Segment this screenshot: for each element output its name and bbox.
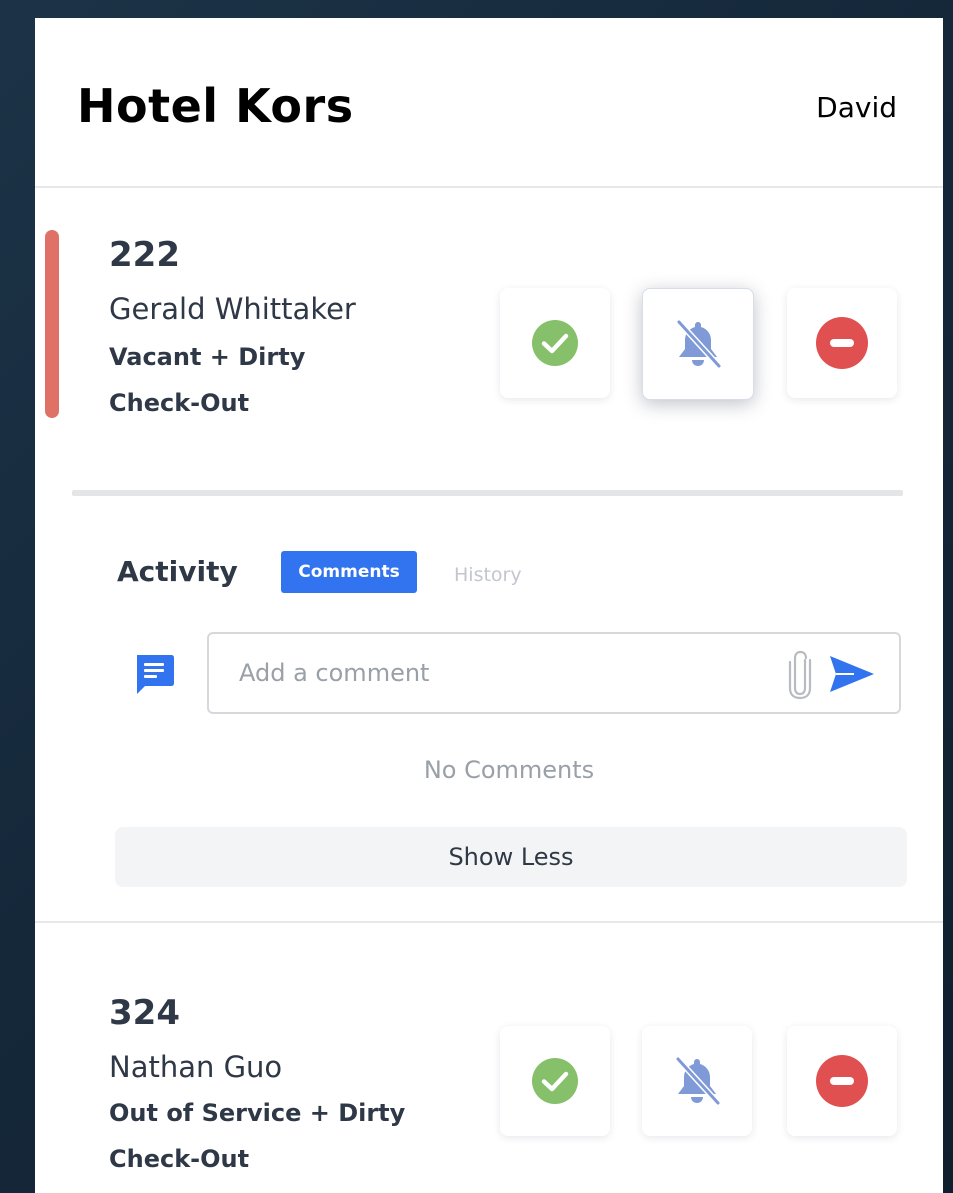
- room-status: Vacant + Dirty: [109, 343, 306, 371]
- room-card[interactable]: 324 Nathan Guo Out of Service + Dirty Ch…: [35, 921, 943, 1193]
- tab-comments[interactable]: Comments: [281, 551, 417, 593]
- room-movement: Check-Out: [109, 389, 250, 417]
- minus-circle-icon: [816, 317, 868, 369]
- comment-icon: [137, 655, 174, 694]
- user-name[interactable]: David: [816, 90, 897, 126]
- minus-circle-icon: [816, 1055, 868, 1107]
- room-movement: Check-Out: [109, 1145, 250, 1173]
- app-panel: Hotel Kors David 222 Gerald Whittaker Va…: [35, 18, 943, 1193]
- check-circle-icon: [532, 1058, 578, 1104]
- room-number: 324: [109, 993, 180, 1033]
- mark-clean-button[interactable]: [500, 1026, 610, 1136]
- check-circle-icon: [532, 320, 578, 366]
- app-title: Hotel Kors: [77, 79, 354, 133]
- do-not-disturb-button[interactable]: [642, 288, 754, 400]
- guest-name: Gerald Whittaker: [109, 292, 356, 326]
- mark-clean-button[interactable]: [500, 288, 610, 398]
- paperclip-icon[interactable]: [786, 648, 814, 700]
- block-room-button[interactable]: [787, 288, 897, 398]
- bell-slash-icon: [675, 1056, 721, 1106]
- bell-slash-icon: [676, 319, 722, 369]
- send-icon[interactable]: [828, 654, 876, 694]
- card-divider: [72, 490, 903, 496]
- do-not-disturb-button[interactable]: [642, 1026, 752, 1136]
- comment-box: [207, 632, 901, 714]
- status-accent-bar: [45, 230, 59, 418]
- block-room-button[interactable]: [787, 1026, 897, 1136]
- empty-comments-text: No Comments: [423, 756, 595, 784]
- comment-input[interactable]: [239, 652, 759, 694]
- room-status: Out of Service + Dirty: [109, 1099, 406, 1127]
- activity-label: Activity: [117, 555, 238, 588]
- app-header: Hotel Kors David: [35, 18, 943, 188]
- room-card[interactable]: 222 Gerald Whittaker Vacant + Dirty Chec…: [35, 188, 943, 920]
- guest-name: Nathan Guo: [109, 1050, 283, 1084]
- show-less-button[interactable]: Show Less: [115, 827, 907, 887]
- room-number: 222: [109, 235, 180, 275]
- tab-history[interactable]: History: [454, 562, 522, 588]
